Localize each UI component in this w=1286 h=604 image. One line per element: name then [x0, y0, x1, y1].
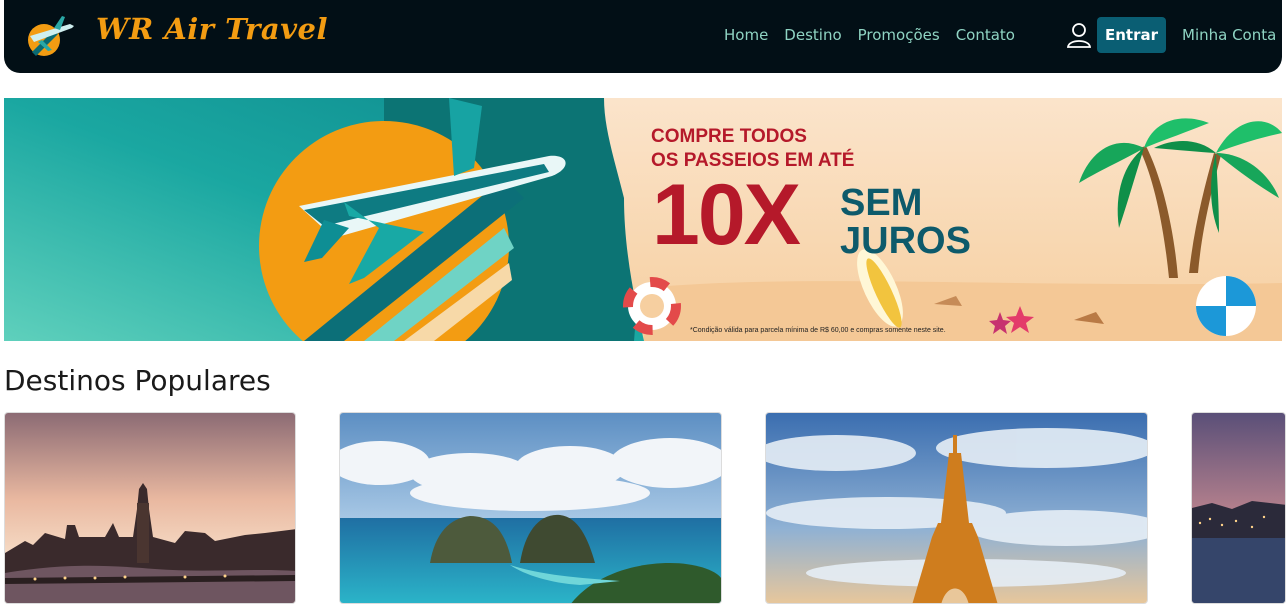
- main-nav: Home Destino Promoções Contato: [724, 26, 1023, 44]
- brand-name[interactable]: WR Air Travel: [96, 12, 328, 46]
- eiffel-tower-image: [766, 413, 1147, 603]
- promo-line-1: COMPRE TODOS: [651, 126, 807, 147]
- promo-installments: 10X: [652, 167, 801, 263]
- promo-juros: JUROS: [840, 220, 971, 262]
- nav-link-promocoes[interactable]: Promoções: [850, 26, 948, 44]
- destination-card-paris[interactable]: [765, 412, 1148, 604]
- promo-sem: SEM: [840, 182, 923, 224]
- nav-link-home[interactable]: Home: [724, 26, 776, 44]
- airplane-sun-logo-icon: [28, 16, 74, 56]
- logo[interactable]: [24, 10, 76, 60]
- nav-link-contato[interactable]: Contato: [948, 26, 1023, 44]
- promo-condition-note: *Condição válida para parcela mínima de …: [690, 327, 946, 334]
- navbar: WR Air Travel Home Destino Promoções Con…: [4, 0, 1282, 73]
- coastal-city-night-image: [1192, 413, 1285, 603]
- destination-card-noronha[interactable]: [339, 412, 722, 604]
- login-button[interactable]: Entrar: [1097, 17, 1166, 53]
- promo-banner[interactable]: COMPRE TODOS OS PASSEIOS EM ATÉ 10X SEM …: [4, 98, 1282, 341]
- nav-link-destino[interactable]: Destino: [776, 26, 849, 44]
- user-icon[interactable]: [1066, 22, 1092, 48]
- section-title: Destinos Populares: [4, 364, 271, 397]
- noronha-islands-image: [340, 413, 721, 603]
- london-skyline-image: [5, 413, 295, 603]
- banner-illustration: [4, 98, 1282, 341]
- account-link[interactable]: Minha Conta: [1182, 26, 1276, 44]
- destination-card-coastal-city[interactable]: [1191, 412, 1286, 604]
- destination-card-london[interactable]: [4, 412, 296, 604]
